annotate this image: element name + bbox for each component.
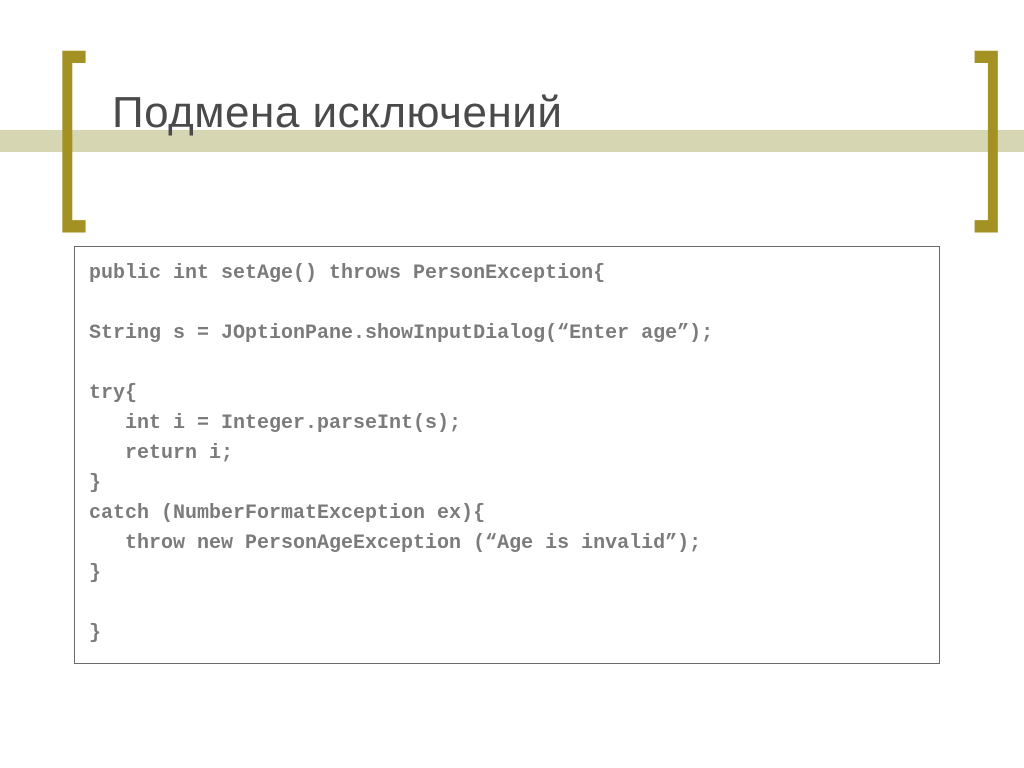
right-bracket-decoration: ] xyxy=(973,28,1006,223)
code-content: public int setAge() throws PersonExcepti… xyxy=(89,259,925,649)
code-box: public int setAge() throws PersonExcepti… xyxy=(74,246,940,664)
slide: [ ] Подмена исключений public int setAge… xyxy=(0,0,1024,768)
slide-title: Подмена исключений xyxy=(112,88,562,138)
left-bracket-decoration: [ xyxy=(54,28,87,223)
